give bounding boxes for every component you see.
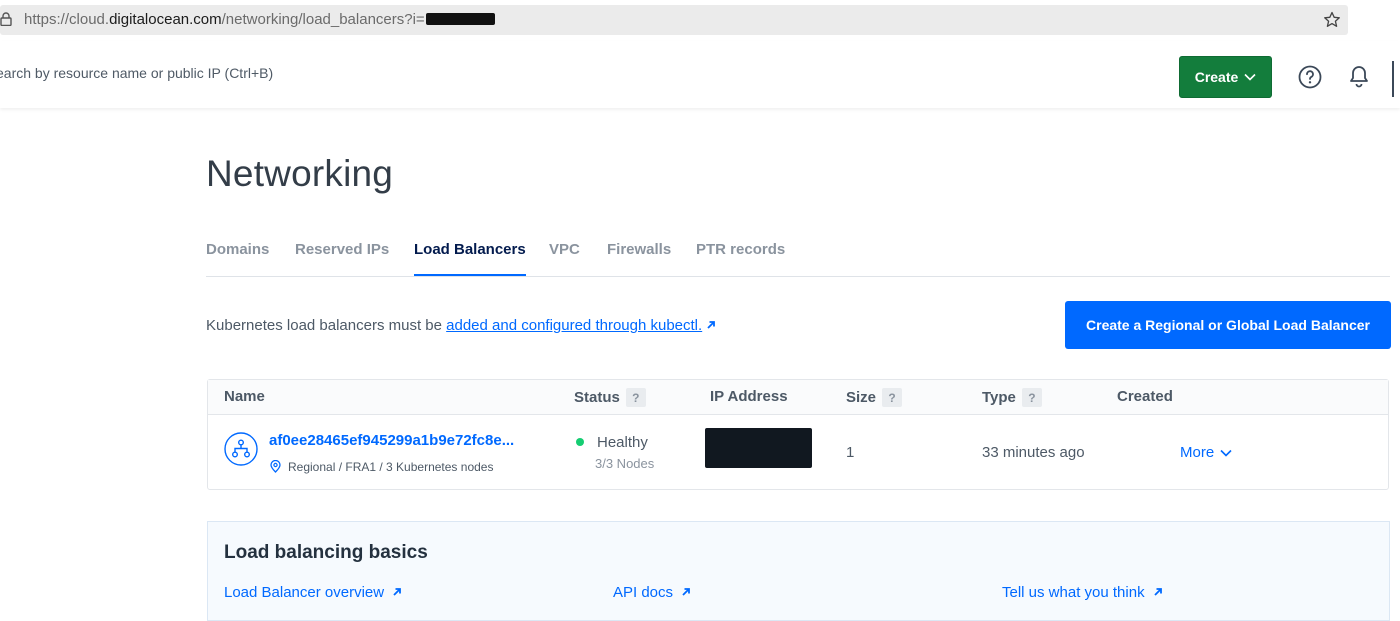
column-header-status[interactable]: Status ?: [574, 388, 646, 407]
basics-title: Load balancing basics: [224, 542, 428, 563]
column-header-size[interactable]: Size ?: [846, 388, 903, 407]
load-balancers-table: Name Status ? IP Address Size ? Type ? C…: [207, 379, 1389, 490]
url-text[interactable]: https://cloud.digitalocean.com/networkin…: [24, 11, 495, 28]
lock-icon: [0, 12, 12, 26]
chevron-down-icon: [1244, 73, 1256, 81]
kubernetes-note-text: Kubernetes load balancers must be: [206, 317, 447, 334]
help-icon[interactable]: [1298, 65, 1322, 89]
tab-vpc[interactable]: VPC: [549, 241, 580, 275]
url-prefix: https://cloud.: [24, 11, 110, 28]
load-balancer-icon: [224, 432, 258, 466]
page-title: Networking: [206, 153, 394, 194]
api-docs-link-label: API docs: [613, 584, 674, 601]
create-dropdown-button[interactable]: Create: [1179, 56, 1272, 98]
load-balancer-name-link[interactable]: af0ee28465ef945299a1b9e72fc8e...: [269, 432, 514, 449]
tab-load-balancers[interactable]: Load Balancers: [414, 241, 526, 276]
status-text: Healthy: [597, 434, 648, 451]
notification-bell-icon[interactable]: [1347, 64, 1371, 89]
type-help-icon[interactable]: ?: [1021, 388, 1042, 407]
more-label: More: [1180, 444, 1215, 461]
url-path: /networking/load_balancers?i=: [221, 11, 425, 28]
column-status-label: Status: [574, 389, 620, 406]
overview-doc-link[interactable]: Load Balancer overview: [224, 584, 402, 601]
column-header-created[interactable]: Created: [1117, 388, 1173, 405]
search-input[interactable]: [0, 65, 596, 81]
tab-domains[interactable]: Domains: [206, 241, 269, 275]
column-ip-label: IP Address: [710, 388, 788, 405]
table-header: Name Status ? IP Address Size ? Type ? C…: [208, 380, 1388, 415]
chevron-down-icon: [1220, 449, 1232, 457]
column-header-ip[interactable]: IP Address: [710, 388, 788, 405]
redacted-url-param: [425, 13, 495, 25]
column-name-label: Name: [224, 388, 265, 405]
size-value: 1: [846, 444, 855, 461]
column-size-label: Size: [846, 389, 877, 406]
column-type-label: Type: [982, 389, 1016, 406]
app-top-bar: Create: [0, 41, 1400, 108]
browser-url-bar: https://cloud.digitalocean.com/networkin…: [0, 0, 1400, 42]
size-help-icon[interactable]: ?: [882, 388, 903, 407]
feedback-link-label: Tell us what you think: [1002, 584, 1145, 601]
feedback-link[interactable]: Tell us what you think: [1002, 584, 1163, 601]
ip-address-redacted: [705, 428, 812, 468]
create-load-balancer-button[interactable]: Create a Regional or Global Load Balance…: [1065, 301, 1391, 349]
kubectl-docs-link[interactable]: added and configured through kubectl.: [446, 317, 702, 334]
tab-ptr-records[interactable]: PTR records: [696, 241, 785, 275]
external-link-arrow-icon: [393, 588, 401, 596]
column-created-label: Created: [1117, 388, 1173, 405]
create-button-label: Create: [1194, 69, 1239, 85]
load-balancing-basics-panel: Load balancing basics Load Balancer over…: [207, 521, 1390, 621]
more-actions-dropdown[interactable]: More: [1180, 444, 1232, 461]
overview-link-label: Load Balancer overview: [224, 584, 385, 601]
external-link-arrow-icon: [707, 321, 716, 329]
api-docs-link[interactable]: API docs: [613, 584, 691, 601]
bookmark-star-icon[interactable]: [1323, 11, 1341, 29]
healthy-nodes-count: 3/3 Nodes: [595, 456, 655, 471]
location-pin-icon: [270, 460, 281, 473]
networking-tabs: Domains Reserved IPs Load Balancers VPC …: [206, 230, 1390, 277]
created-value: 33 minutes ago: [982, 444, 1085, 461]
kubernetes-note: Kubernetes load balancers must be added …: [206, 317, 716, 334]
status-help-icon[interactable]: ?: [625, 388, 646, 407]
url-host: digitalocean.com: [109, 11, 222, 28]
tab-firewalls[interactable]: Firewalls: [607, 241, 671, 275]
tab-reserved-ips[interactable]: Reserved IPs: [295, 241, 389, 275]
topbar-divider: [1392, 61, 1394, 97]
column-header-name[interactable]: Name: [224, 388, 265, 405]
column-header-type[interactable]: Type ?: [982, 388, 1042, 407]
external-link-arrow-icon: [1153, 588, 1162, 596]
load-balancer-region: Regional / FRA1 / 3 Kubernetes nodes: [288, 460, 494, 474]
healthy-status-dot: [576, 438, 584, 446]
external-link-arrow-icon: [682, 588, 690, 596]
